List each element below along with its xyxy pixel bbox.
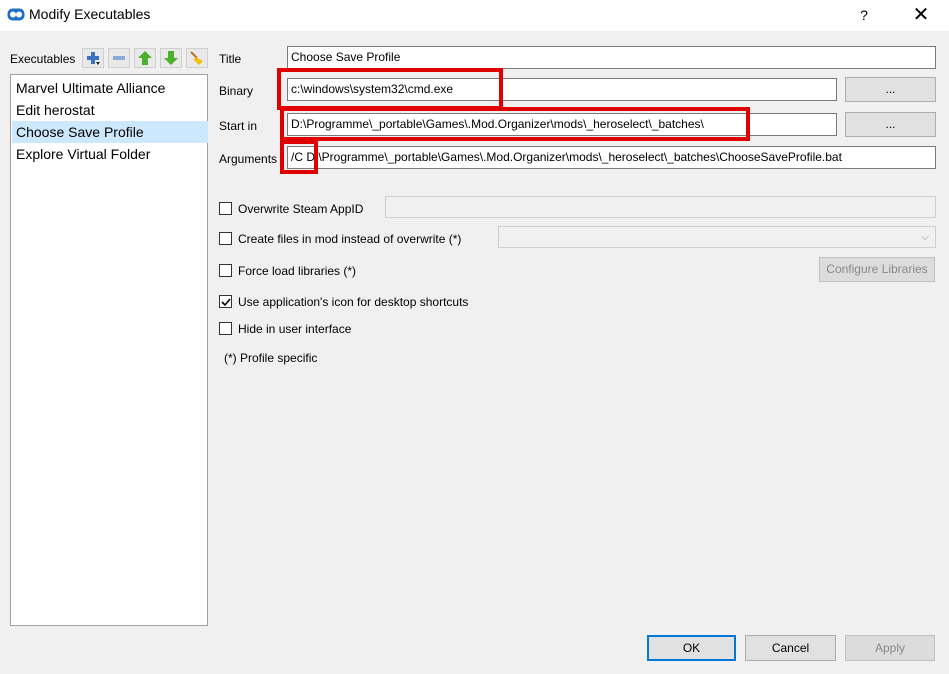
remove-executable-button[interactable] bbox=[108, 48, 130, 68]
arguments-label: Arguments bbox=[219, 152, 278, 166]
profile-specific-note: (*) Profile specific bbox=[224, 351, 318, 365]
start-in-highlight-box bbox=[280, 107, 750, 141]
mod-select-dropdown: ⌵ bbox=[498, 226, 936, 248]
move-down-button[interactable] bbox=[160, 48, 182, 68]
arguments-input[interactable]: /C D:\Programme\_portable\Games\.Mod.Org… bbox=[287, 146, 936, 169]
binary-label: Binary bbox=[219, 84, 254, 98]
force-load-libraries-option[interactable]: Force load libraries (*) bbox=[219, 262, 356, 278]
use-app-icon-option[interactable]: Use application's icon for desktop short… bbox=[219, 293, 468, 309]
create-files-label: Create files in mod instead of overwrite… bbox=[238, 231, 462, 246]
list-item[interactable]: Edit herostat bbox=[12, 99, 208, 121]
create-files-checkbox[interactable] bbox=[219, 232, 232, 246]
checkmark-icon bbox=[221, 298, 231, 307]
executables-label: Executables bbox=[10, 52, 76, 66]
chevron-down-icon: ⌵ bbox=[921, 232, 929, 243]
add-icon bbox=[83, 50, 103, 66]
configure-libraries-button[interactable]: Configure Libraries bbox=[819, 257, 935, 282]
remove-icon bbox=[109, 50, 129, 66]
steam-appid-input bbox=[385, 196, 936, 218]
binary-browse-button[interactable]: ... bbox=[845, 77, 936, 102]
hide-in-ui-option[interactable]: Hide in user interface bbox=[219, 320, 351, 336]
title-input[interactable]: Choose Save Profile bbox=[287, 46, 936, 69]
create-files-in-mod-option[interactable]: Create files in mod instead of overwrite… bbox=[219, 230, 461, 246]
list-item[interactable]: Marvel Ultimate Alliance bbox=[12, 77, 208, 99]
force-load-label: Force load libraries (*) bbox=[238, 263, 357, 278]
app-icon bbox=[7, 8, 25, 21]
move-down-icon bbox=[161, 50, 181, 66]
overwrite-steam-appid-option[interactable]: Overwrite Steam AppID bbox=[219, 200, 363, 216]
use-icon-checkbox[interactable] bbox=[219, 295, 232, 309]
cancel-button[interactable]: Cancel bbox=[745, 635, 836, 661]
add-executable-button[interactable] bbox=[82, 48, 104, 68]
steam-appid-checkbox[interactable] bbox=[219, 202, 232, 216]
arguments-highlight-box bbox=[280, 140, 318, 174]
clean-button[interactable] bbox=[186, 48, 208, 68]
help-button[interactable]: ? bbox=[852, 4, 876, 26]
list-item[interactable]: Explore Virtual Folder bbox=[12, 143, 208, 165]
start-in-label: Start in bbox=[219, 119, 258, 133]
apply-button[interactable]: Apply bbox=[845, 635, 935, 661]
move-up-icon bbox=[135, 50, 155, 66]
title-label: Title bbox=[219, 52, 242, 66]
executables-list[interactable]: Marvel Ultimate Alliance Edit herostat C… bbox=[10, 74, 208, 626]
use-icon-label: Use application's icon for desktop short… bbox=[238, 294, 469, 309]
list-item-selected[interactable]: Choose Save Profile bbox=[12, 121, 208, 143]
start-in-browse-button[interactable]: ... bbox=[845, 112, 936, 137]
steam-appid-label: Overwrite Steam AppID bbox=[238, 201, 364, 216]
window-title: Modify Executables bbox=[29, 6, 151, 22]
hide-label: Hide in user interface bbox=[238, 321, 352, 336]
ok-button[interactable]: OK bbox=[647, 635, 736, 661]
move-up-button[interactable] bbox=[134, 48, 156, 68]
force-load-checkbox[interactable] bbox=[219, 264, 232, 278]
binary-highlight-box bbox=[277, 68, 503, 110]
clean-icon bbox=[187, 50, 207, 66]
close-button[interactable]: ✕ bbox=[904, 2, 938, 28]
hide-checkbox[interactable] bbox=[219, 322, 232, 336]
